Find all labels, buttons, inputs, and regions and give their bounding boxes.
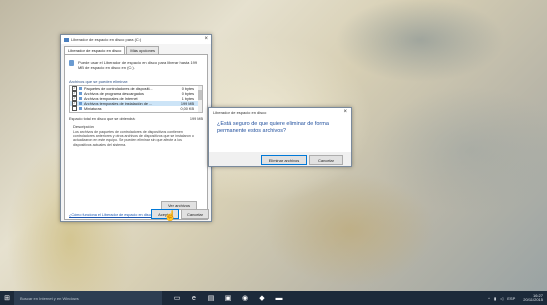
- confirm-footer: Eliminar archivos Cancelar: [209, 152, 351, 166]
- files-list[interactable]: ✓ Paquetes de controladores de dispositi…: [69, 85, 203, 113]
- cleanup-title: Liberador de espacio en disco para (C:): [71, 37, 142, 42]
- scrollbar-thumb[interactable]: [198, 90, 202, 100]
- confirm-title: Liberador de espacio en disco: [213, 110, 267, 115]
- item-name: Archivos de programa descargados: [84, 91, 144, 96]
- volume-icon[interactable]: ◁: [500, 296, 503, 301]
- disk-cleanup-taskbar-icon[interactable]: ▬: [272, 291, 286, 305]
- file-explorer-icon[interactable]: ▤: [204, 291, 218, 305]
- drive-icon: [69, 60, 74, 66]
- hand-cursor-icon: ☝: [164, 211, 177, 222]
- total-value: 199 MB: [189, 117, 203, 121]
- drive-text: Puede usar el Liberador de espacio en di…: [77, 60, 198, 70]
- disk-cleanup-icon: [64, 37, 69, 42]
- cleanup-titlebar[interactable]: Liberador de espacio en disco para (C:) …: [61, 35, 211, 44]
- confirm-titlebar[interactable]: Liberador de espacio en disco ×: [209, 108, 351, 117]
- windows-start-icon[interactable]: ⊞: [0, 291, 14, 305]
- description-title: Descripción: [73, 124, 94, 129]
- network-icon[interactable]: ▮: [494, 296, 496, 301]
- system-tray: ^ ▮ ◁ ESP 16:27 20/11/2015: [484, 293, 547, 303]
- file-icon: [79, 92, 82, 95]
- item-size: 1 bytes: [181, 96, 194, 101]
- list-scrollbar[interactable]: [198, 86, 202, 112]
- chrome-icon[interactable]: ◉: [238, 291, 252, 305]
- list-item[interactable]: ✓ Paquetes de controladores de dispositi…: [70, 86, 202, 91]
- file-icon: [79, 107, 82, 110]
- store-icon[interactable]: ▣: [221, 291, 235, 305]
- files-to-delete-label: Archivos que se pueden eliminar:: [69, 79, 129, 84]
- list-item[interactable]: ✓ Archivos temporales de Internet 1 byte…: [70, 96, 202, 101]
- delete-files-button[interactable]: Eliminar archivos: [261, 155, 307, 165]
- language-indicator[interactable]: ESP: [507, 296, 515, 301]
- item-size: 0 bytes: [181, 86, 194, 91]
- item-name: Miniaturas: [84, 106, 102, 111]
- total-label: Espacio total en disco que se obtendrá:: [69, 117, 136, 121]
- disk-cleanup-window: Liberador de espacio en disco para (C:) …: [60, 34, 212, 222]
- total-space-row: Espacio total en disco que se obtendrá: …: [65, 113, 207, 121]
- clock-date: 20/11/2015: [523, 297, 543, 302]
- app-icon[interactable]: ◆: [255, 291, 269, 305]
- description-text: Los archivos de paquetes de controladore…: [73, 130, 194, 147]
- cleanup-panel: Puede usar el Liberador de espacio en di…: [64, 54, 208, 220]
- file-icon: [79, 102, 82, 105]
- search-input[interactable]: Buscar en Internet y en Windows: [14, 291, 162, 305]
- item-size: 199 MB: [180, 101, 194, 106]
- chevron-up-icon[interactable]: ^: [488, 296, 490, 301]
- file-icon: [79, 87, 82, 90]
- edge-icon[interactable]: e: [187, 291, 201, 305]
- list-item[interactable]: ✓ Archivos de programa descargados 0 byt…: [70, 91, 202, 96]
- close-icon[interactable]: ×: [343, 109, 347, 115]
- close-icon[interactable]: ×: [204, 36, 208, 42]
- tab-more-options[interactable]: Más opciones: [126, 46, 160, 54]
- checkbox[interactable]: [72, 106, 77, 111]
- confirm-dialog: Liberador de espacio en disco × ¿Está se…: [208, 107, 352, 167]
- task-view-icon[interactable]: ▭: [170, 291, 184, 305]
- item-name: Paquetes de controladores de dispositi..…: [84, 86, 153, 91]
- drive-info: Puede usar el Liberador de espacio en di…: [65, 55, 207, 70]
- item-size: 0,00 KB: [180, 106, 194, 111]
- clock[interactable]: 16:27 20/11/2015: [519, 293, 543, 303]
- cleanup-tabs: Liberador de espacio en disco Más opcion…: [61, 44, 211, 54]
- pinned-apps: ▭ e ▤ ▣ ◉ ◆ ▬: [170, 291, 289, 305]
- item-name: Archivos temporales de Internet: [84, 96, 138, 101]
- cancel-button[interactable]: Cancelar: [181, 209, 209, 219]
- confirm-message: ¿Está seguro de que quiere eliminar de f…: [217, 121, 329, 134]
- taskbar: ⊞ Buscar en Internet y en Windows ▭ e ▤ …: [0, 291, 547, 305]
- list-item[interactable]: ✓ Archivos temporales de instalación de …: [70, 101, 202, 106]
- tab-disk-cleanup[interactable]: Liberador de espacio en disco: [64, 46, 126, 54]
- file-icon: [79, 97, 82, 100]
- item-name: Archivos temporales de instalación de ..…: [84, 101, 153, 106]
- cancel-button[interactable]: Cancelar: [309, 155, 343, 165]
- cleanup-footer: Aceptar Cancelar: [61, 205, 211, 221]
- item-size: 0 bytes: [181, 91, 194, 96]
- list-item[interactable]: Miniaturas 0,00 KB: [70, 106, 202, 111]
